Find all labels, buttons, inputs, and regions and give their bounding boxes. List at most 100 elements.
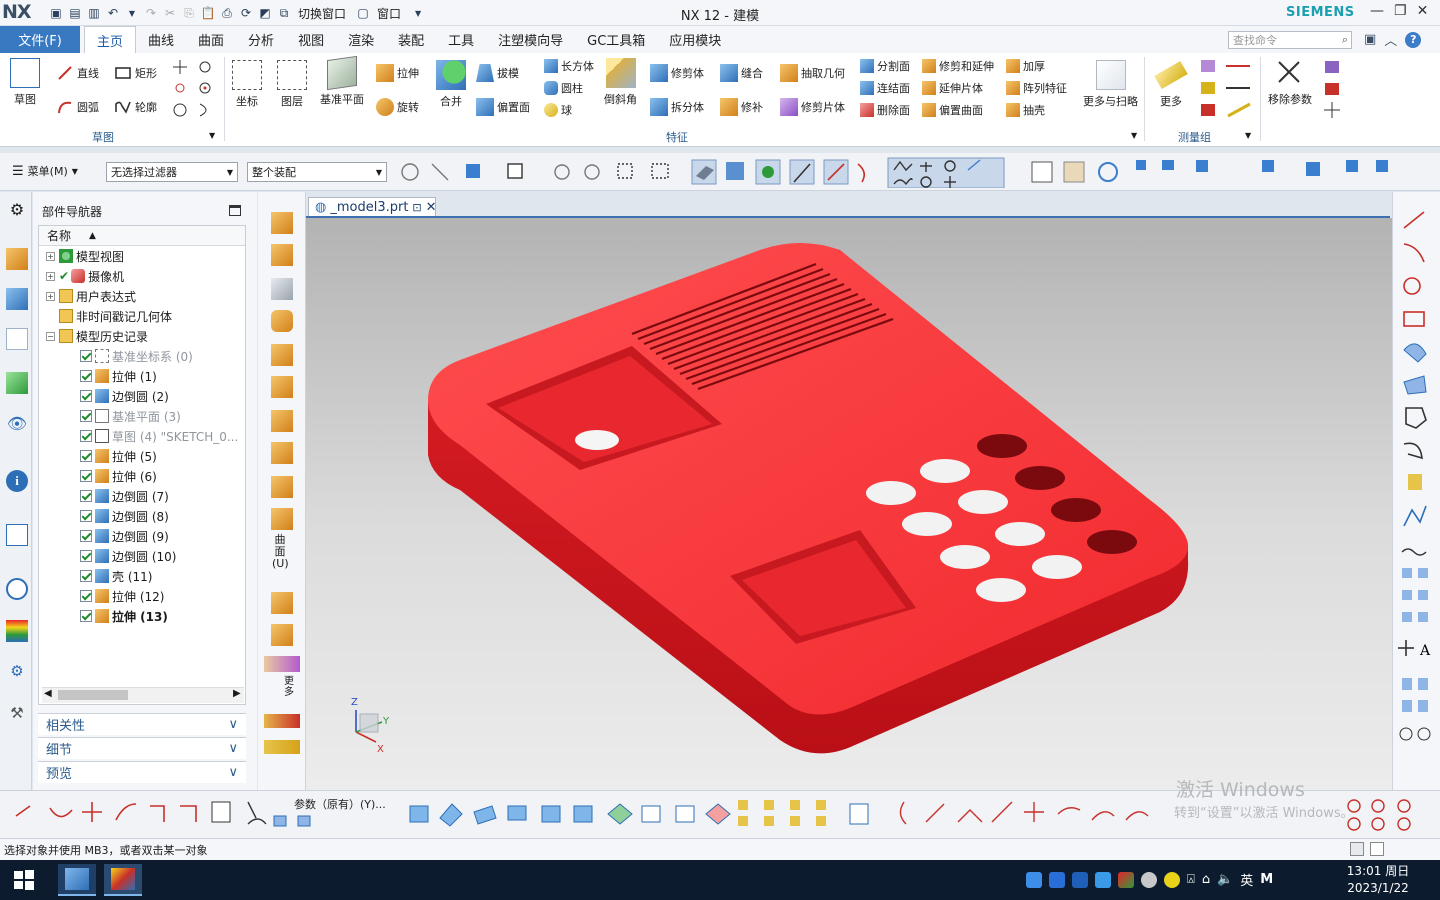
tray-app-icon[interactable] [1141, 871, 1157, 888]
switch-window-button[interactable]: 切换窗口 [298, 5, 346, 22]
network-icon[interactable]: ⌂ [1202, 872, 1210, 887]
measure-group-dropdown-icon[interactable]: ▼ [1245, 131, 1251, 140]
process-studio-icon[interactable]: ⚙ [6, 662, 28, 684]
tab-surface[interactable]: 曲面 [186, 26, 236, 53]
feature-row[interactable]: 拉伸 (5) [80, 446, 157, 466]
surface-tool-icon[interactable] [264, 740, 300, 754]
search-icon[interactable]: ⌕ [1342, 33, 1348, 47]
feature-row[interactable]: 边倒圆 (10) [80, 546, 176, 566]
palette-icon[interactable] [6, 620, 28, 642]
tree-node-user-expressions[interactable]: + 用户表达式 [46, 286, 136, 306]
tray-app-icon[interactable] [1164, 871, 1180, 888]
preview-panel[interactable]: 预览 ∨ [38, 761, 246, 783]
surface-tool-icon[interactable] [271, 244, 293, 266]
settings-gear-icon[interactable]: ⚙ [6, 200, 28, 222]
feature-row[interactable]: 边倒圆 (2) [80, 386, 169, 406]
line-button[interactable]: 直线 [56, 64, 99, 82]
layer-button[interactable]: 图层 [277, 60, 307, 109]
redo-icon[interactable]: ↷ [143, 5, 159, 21]
extend-sheet-button[interactable]: 延伸片体 [922, 80, 983, 96]
tray-app-icon[interactable] [1095, 871, 1111, 888]
details-panel[interactable]: 细节 ∨ [38, 737, 246, 759]
profile-button[interactable]: 轮廓 [114, 98, 157, 116]
more-sweep-button[interactable]: 更多与扫略 [1083, 60, 1138, 109]
sew-button[interactable]: 缝合 [720, 64, 763, 82]
expand-icon[interactable]: + [46, 291, 55, 301]
tree-node-model-views[interactable]: + 模型视图 [46, 246, 124, 266]
cylinder-button[interactable]: 圆柱 [544, 80, 583, 96]
assembly-navigator-icon[interactable] [6, 248, 28, 270]
reuse-library-icon[interactable] [6, 372, 28, 394]
edit-object-icons[interactable] [1322, 58, 1342, 122]
surface-tool-icon[interactable] [271, 344, 293, 366]
window-dropdown-icon[interactable]: ▼ [410, 5, 426, 21]
pattern-feature-button[interactable]: 阵列特征 [1006, 80, 1067, 96]
print-icon[interactable]: ⎙ [219, 5, 235, 21]
tree-node-model-history[interactable]: − 模型历史记录 [46, 326, 148, 346]
tree-node-unused-geometry[interactable]: 非时间戳记几何体 [59, 306, 172, 326]
coordinate-button[interactable]: 坐标 [232, 60, 262, 109]
web-browser-icon[interactable] [6, 524, 28, 546]
eye-icon[interactable]: 👁 [6, 414, 28, 436]
surface-tool-icon[interactable] [271, 592, 293, 614]
input-method-indicator[interactable]: 英 [1240, 870, 1253, 889]
tab-tools[interactable]: 工具 [436, 26, 486, 53]
visibility-checkbox[interactable] [80, 410, 92, 422]
visibility-checkbox[interactable] [80, 450, 92, 462]
tab-curve[interactable]: 曲线 [136, 26, 186, 53]
visibility-checkbox[interactable] [80, 550, 92, 562]
cut-icon[interactable]: ✂ [162, 5, 178, 21]
datum-plane-button[interactable]: 基准平面 [320, 55, 364, 107]
extrude-button[interactable]: 拉伸 [376, 64, 419, 82]
surface-tool-icon[interactable] [271, 212, 293, 234]
feature-row[interactable]: 壳 (11) [80, 566, 152, 586]
fullscreen-icon[interactable] [1370, 842, 1384, 856]
repeat-command-icon[interactable]: ⟳ [238, 5, 254, 21]
offset-face-button[interactable]: 偏置面 [476, 98, 530, 116]
curve-tool-icons[interactable]: A [1398, 206, 1434, 786]
arc-button[interactable]: 圆弧 [56, 98, 99, 116]
feature-row[interactable]: 边倒圆 (9) [80, 526, 169, 546]
minimize-icon[interactable]: — [1370, 3, 1384, 19]
windows-start-icon[interactable] [12, 868, 36, 892]
column-name-header[interactable]: 名称 [47, 227, 71, 244]
split-body-button[interactable]: 拆分体 [650, 98, 704, 116]
legacy-parameters-label[interactable]: 参数（原有）(Y)... [294, 796, 386, 812]
feature-group-dropdown-icon[interactable]: ▼ [1131, 131, 1137, 140]
block-button[interactable]: 长方体 [544, 58, 594, 74]
undo-icon[interactable]: ↶ [105, 5, 121, 21]
divide-face-button[interactable]: 分割面 [860, 58, 910, 74]
visibility-checkbox[interactable] [80, 470, 92, 482]
tray-app-icon[interactable] [1072, 871, 1088, 888]
trim-sheet-button[interactable]: 修剪片体 [780, 98, 845, 116]
role-icon[interactable]: ⚒ [6, 704, 28, 726]
surface-menu-label[interactable]: 曲面(U) [272, 534, 289, 570]
pin-icon[interactable]: ⊡ [412, 201, 421, 214]
collapse-icon[interactable]: − [46, 331, 55, 341]
paste-icon[interactable]: 📋 [200, 5, 216, 21]
surface-tool-icon[interactable] [271, 376, 293, 398]
save-as-icon[interactable]: ▤ [67, 5, 83, 21]
info-icon[interactable]: i [6, 470, 28, 492]
surface-tool-icon[interactable] [271, 410, 293, 432]
visibility-checkbox[interactable] [80, 350, 92, 362]
tray-app-icon[interactable] [1118, 871, 1134, 888]
tab-applications[interactable]: 应用模块 [657, 26, 733, 53]
thicken-button[interactable]: 加厚 [1006, 58, 1045, 74]
tab-analysis[interactable]: 分析 [236, 26, 286, 53]
history-clock-icon[interactable] [6, 578, 28, 600]
selection-tool-icons[interactable] [396, 156, 1436, 188]
model-3d-render[interactable] [306, 218, 1392, 790]
file-tab[interactable]: 文件(F) [0, 26, 80, 53]
save-all-icon[interactable]: ▥ [86, 5, 102, 21]
save-icon[interactable]: ▣ [48, 5, 64, 21]
visibility-checkbox[interactable] [80, 590, 92, 602]
visibility-checkbox[interactable] [80, 430, 92, 442]
trim-extend-button[interactable]: 修剪和延伸 [922, 58, 994, 74]
taskbar-clock[interactable]: 13:01 周日 2023/1/22 [1346, 863, 1410, 897]
surface-tool-icon[interactable] [271, 310, 293, 332]
feature-row[interactable]: 拉伸 (1) [80, 366, 157, 386]
copy-icon[interactable]: ⎘ [181, 5, 197, 21]
scroll-left-icon[interactable]: ◀ [44, 688, 52, 699]
tray-app-icon[interactable] [1026, 871, 1042, 888]
